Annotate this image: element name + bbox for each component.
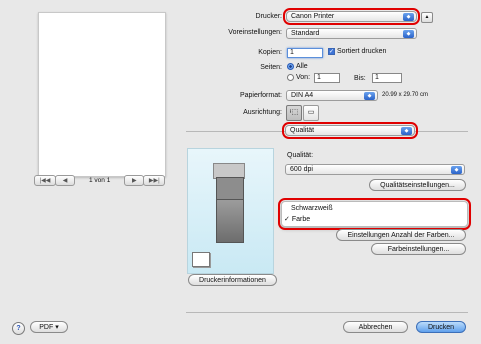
landscape-icon: ▭ (307, 109, 315, 116)
question-mark-icon: ? (16, 325, 21, 332)
panel-select[interactable]: Qualität ◆ (282, 122, 418, 139)
checkmark-icon: ✓ (284, 216, 292, 223)
radio-selected-icon (287, 63, 294, 70)
checkmark-icon[interactable]: ✓ (328, 48, 335, 55)
color-option-color-label: Farbe (291, 216, 311, 223)
next-page-button[interactable]: ▶ (124, 174, 145, 186)
chevron-updown-icon: ◆ (364, 92, 375, 100)
print-button[interactable]: Drucken (416, 321, 466, 333)
color-option-monochrome[interactable]: Schwarzweiß (282, 203, 467, 214)
paper-select[interactable]: DIN A4 ◆ (286, 90, 378, 101)
next-page-icon: ▶ (132, 177, 137, 184)
color-count-settings-button[interactable]: Einstellungen Anzahl der Farben... (336, 229, 466, 241)
orientation-label: Ausrichtung: (243, 109, 282, 116)
pages-to-label: Bis: (354, 75, 366, 82)
pages-label: Seiten: (260, 64, 282, 71)
pages-all-label: Alle (296, 63, 308, 70)
color-mode-menu[interactable]: Schwarzweiß ✓ Farbe (278, 198, 471, 230)
page-indicator: 1 von 1 (89, 176, 111, 184)
copies-input[interactable]: 1 (287, 48, 323, 58)
chevron-updown-icon: ◆ (401, 127, 412, 135)
portrait-icon: ꜟ⬚ (289, 109, 299, 116)
printer-image-panel (187, 148, 274, 274)
pages-all-radio[interactable]: Alle (287, 63, 308, 70)
print-preview-page (38, 12, 166, 177)
last-page-icon: ▶▶| (148, 177, 160, 184)
quality-settings-button[interactable]: Qualitätseinstellungen... (369, 179, 466, 191)
printer-value: Canon Printer (291, 13, 335, 20)
copies-label: Kopien: (258, 49, 282, 56)
previous-page-icon: ◀ (62, 177, 68, 184)
pages-to-input[interactable]: 1 (372, 73, 402, 83)
paper-size-text: 20.99 x 29.70 cm (382, 92, 429, 98)
presets-label: Voreinstellungen: (228, 29, 282, 36)
presets-select[interactable]: Standard ◆ (286, 28, 417, 39)
preview-pager: |◀◀ ◀ 1 von 1 ▶ ▶▶| (34, 174, 166, 186)
portrait-orientation-button[interactable]: ꜟ⬚ (286, 105, 302, 121)
printer-utility-icon (192, 252, 210, 267)
color-settings-button[interactable]: Farbeinstellungen... (371, 243, 466, 255)
chevron-updown-icon: ◆ (403, 30, 414, 38)
quality-label: Qualität: (287, 152, 314, 159)
quality-value: 600 dpi (290, 166, 313, 173)
collate-checkbox-row[interactable]: ✓ Sortiert drucken (328, 48, 386, 55)
bottom-divider (186, 312, 468, 313)
pages-range-radio[interactable]: Von: (287, 74, 310, 81)
color-option-color[interactable]: ✓ Farbe (282, 214, 467, 225)
pages-from-input[interactable]: 1 (314, 73, 340, 83)
first-page-button[interactable]: |◀◀ (34, 174, 56, 186)
first-page-icon: |◀◀ (39, 177, 51, 184)
paper-label: Papierformat: (239, 92, 282, 99)
cancel-button[interactable]: Abbrechen (343, 321, 408, 333)
paper-value: DIN A4 (291, 92, 314, 99)
color-option-monochrome-label: Schwarzweiß (291, 205, 333, 212)
pdf-menu-button[interactable]: PDF ▾ (30, 321, 68, 333)
last-page-button[interactable]: ▶▶| (143, 174, 166, 186)
help-button[interactable]: ? (12, 322, 25, 335)
printer-illustration-icon (213, 163, 245, 243)
landscape-orientation-button[interactable]: ▭ (303, 105, 319, 121)
printer-label: Drucker: (255, 13, 282, 20)
presets-value: Standard (291, 30, 320, 37)
chevron-updown-icon: ◆ (451, 166, 462, 174)
previous-page-button[interactable]: ◀ (55, 174, 75, 186)
printer-info-button[interactable]: Druckerinformationen (188, 274, 277, 286)
quality-select[interactable]: 600 dpi ◆ (285, 164, 465, 175)
printer-select[interactable]: Canon Printer ◆ (283, 8, 420, 25)
pages-from-label: Von: (296, 74, 311, 81)
radio-unselected-icon (287, 74, 294, 81)
chevron-updown-icon: ◆ (403, 13, 414, 21)
panel-select-value: Qualität (290, 127, 315, 134)
collate-label: Sortiert drucken (337, 48, 387, 55)
triangle-up-icon: ▲ (424, 14, 430, 20)
disclosure-toggle-button[interactable]: ▲ (421, 12, 433, 23)
